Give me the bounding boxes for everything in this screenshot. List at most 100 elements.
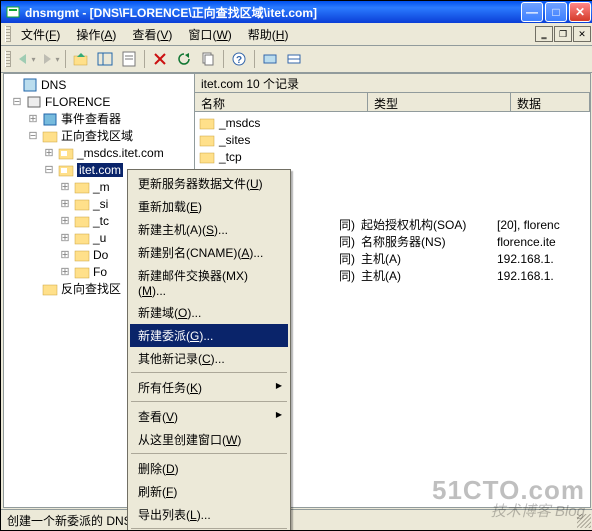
resize-grip-icon[interactable] [577, 514, 591, 528]
menu-separator [131, 372, 287, 374]
expander-icon[interactable]: ⊞ [56, 231, 74, 245]
menu-window[interactable]: 窗口(W) [180, 24, 239, 45]
expander-icon[interactable]: ⊞ [56, 248, 74, 262]
tree-forward-zone[interactable]: 正向查找区域 [61, 127, 133, 144]
context-menu-item[interactable]: 新建域(O)... [130, 301, 288, 324]
tree-sub[interactable]: _m [93, 180, 110, 194]
folder-icon [199, 132, 215, 148]
zone-icon [58, 162, 74, 178]
tree-itet-zone[interactable]: itet.com [77, 163, 123, 177]
expander-icon[interactable]: ⊟ [40, 163, 58, 177]
dns-tool-2[interactable] [283, 48, 305, 70]
expander-icon[interactable]: ⊞ [56, 180, 74, 194]
menu-bar: 文件(F) 操作(A) 查看(V) 窗口(W) 帮助(H) ‗ ❐ ✕ [1, 23, 592, 46]
expander-icon[interactable]: ⊟ [24, 129, 42, 143]
delete-button[interactable] [149, 48, 171, 70]
col-type[interactable]: 类型 [368, 93, 511, 111]
expander-icon[interactable]: ⊞ [24, 112, 42, 126]
menu-file[interactable]: 文件(F) [13, 24, 68, 45]
expander-icon[interactable]: ⊞ [40, 146, 58, 160]
tool-bar: ▾ ▾ ? [1, 46, 592, 73]
folder-icon [74, 213, 90, 229]
folder-icon [199, 115, 215, 131]
folder-icon [74, 230, 90, 246]
tree-root[interactable]: DNS [41, 78, 66, 92]
menu-separator [131, 528, 287, 530]
menu-separator [131, 453, 287, 455]
maximize-button[interactable]: □ [545, 2, 567, 22]
list-row[interactable]: _sites [195, 131, 355, 148]
menu-action[interactable]: 操作(A) [68, 24, 124, 45]
folder-icon [42, 128, 58, 144]
tree-sub[interactable]: _u [93, 231, 106, 245]
context-menu-item[interactable]: 其他新记录(C)... [130, 347, 288, 370]
menu-view[interactable]: 查看(V) [124, 24, 180, 45]
refresh-button[interactable] [173, 48, 195, 70]
mdi-close-button[interactable]: ✕ [573, 26, 591, 42]
expander-icon[interactable]: ⊞ [56, 265, 74, 279]
folder-icon [199, 149, 215, 165]
context-menu-item[interactable]: 导出列表(L)... [130, 503, 288, 526]
show-hide-tree-button[interactable] [94, 48, 116, 70]
status-bar: 创建一个新委派的 DNS 域。 [1, 509, 592, 530]
context-menu-item[interactable]: 从这里创建窗口(W) [130, 428, 288, 451]
app-window: dnsmgmt - [DNS\FLORENCE\正向查找区域\itet.com]… [0, 0, 592, 531]
rebar-handle[interactable] [5, 26, 11, 42]
menu-separator [131, 401, 287, 403]
list-row[interactable]: 同)主机(A)192.168.1. [283, 250, 554, 267]
properties-button[interactable] [118, 48, 140, 70]
context-menu-item[interactable]: 刷新(F) [130, 480, 288, 503]
back-button[interactable]: ▾ [15, 48, 37, 70]
context-menu-item[interactable]: 新建邮件交换器(MX)(M)... [130, 264, 288, 301]
tree-eventviewer[interactable]: 事件查看器 [61, 110, 121, 127]
up-button[interactable] [70, 48, 92, 70]
tree-server[interactable]: FLORENCE [45, 95, 110, 109]
list-row[interactable]: 同)名称服务器(NS)florence.ite [283, 233, 556, 250]
dns-tool-1[interactable] [259, 48, 281, 70]
help-button[interactable]: ? [228, 48, 250, 70]
folder-icon [42, 281, 58, 297]
window-title: dnsmgmt - [DNS\FLORENCE\正向查找区域\itet.com] [25, 4, 317, 21]
context-menu[interactable]: 更新服务器数据文件(U)重新加载(E)新建主机(A)(S)...新建别名(CNA… [127, 169, 291, 531]
tree-sub[interactable]: _tc [93, 214, 109, 228]
context-menu-item[interactable]: 查看(V) [130, 405, 288, 428]
list-row[interactable]: 同)主机(A)192.168.1. [283, 267, 554, 284]
expander-icon[interactable]: ⊟ [8, 95, 26, 109]
folder-icon [74, 247, 90, 263]
menu-help[interactable]: 帮助(H) [240, 24, 297, 45]
tree-sub[interactable]: Fo [93, 265, 107, 279]
dns-root-icon [22, 77, 38, 93]
context-menu-item[interactable]: 删除(D) [130, 457, 288, 480]
col-name[interactable]: 名称 [195, 93, 368, 111]
folder-icon [74, 196, 90, 212]
expander-icon[interactable]: ⊞ [56, 197, 74, 211]
mdi-restore-button[interactable]: ❐ [554, 26, 572, 42]
col-data[interactable]: 数据 [511, 93, 590, 111]
tree-sub[interactable]: Do [93, 248, 108, 262]
column-header[interactable]: 名称 类型 数据 [195, 93, 590, 112]
tree-msdcs-zone[interactable]: _msdcs.itet.com [77, 146, 164, 160]
list-row[interactable]: 同)起始授权机构(SOA)[20], florenc [283, 216, 560, 233]
list-row[interactable]: _msdcs [195, 114, 355, 131]
rebar-handle[interactable] [5, 51, 11, 67]
list-row[interactable]: _tcp [195, 148, 355, 165]
context-menu-item[interactable]: 新建主机(A)(S)... [130, 218, 288, 241]
svg-text:?: ? [236, 55, 242, 66]
tree-reverse-zone[interactable]: 反向查找区 [61, 280, 121, 297]
folder-icon [74, 264, 90, 280]
context-menu-item[interactable]: 新建别名(CNAME)(A)... [130, 241, 288, 264]
context-menu-item[interactable]: 更新服务器数据文件(U) [130, 172, 288, 195]
app-icon [5, 4, 21, 20]
context-menu-item[interactable]: 重新加载(E) [130, 195, 288, 218]
forward-button[interactable]: ▾ [39, 48, 61, 70]
minimize-button[interactable]: — [521, 2, 543, 22]
context-menu-item[interactable]: 新建委派(G)... [130, 324, 288, 347]
tree-sub[interactable]: _si [93, 197, 108, 211]
mdi-minimize-button[interactable]: ‗ [535, 26, 553, 42]
title-bar[interactable]: dnsmgmt - [DNS\FLORENCE\正向查找区域\itet.com]… [1, 1, 592, 23]
expander-icon[interactable]: ⊞ [56, 214, 74, 228]
export-button[interactable] [197, 48, 219, 70]
context-menu-item[interactable]: 所有任务(K) [130, 376, 288, 399]
close-button[interactable]: ✕ [569, 2, 591, 22]
book-icon [42, 111, 58, 127]
